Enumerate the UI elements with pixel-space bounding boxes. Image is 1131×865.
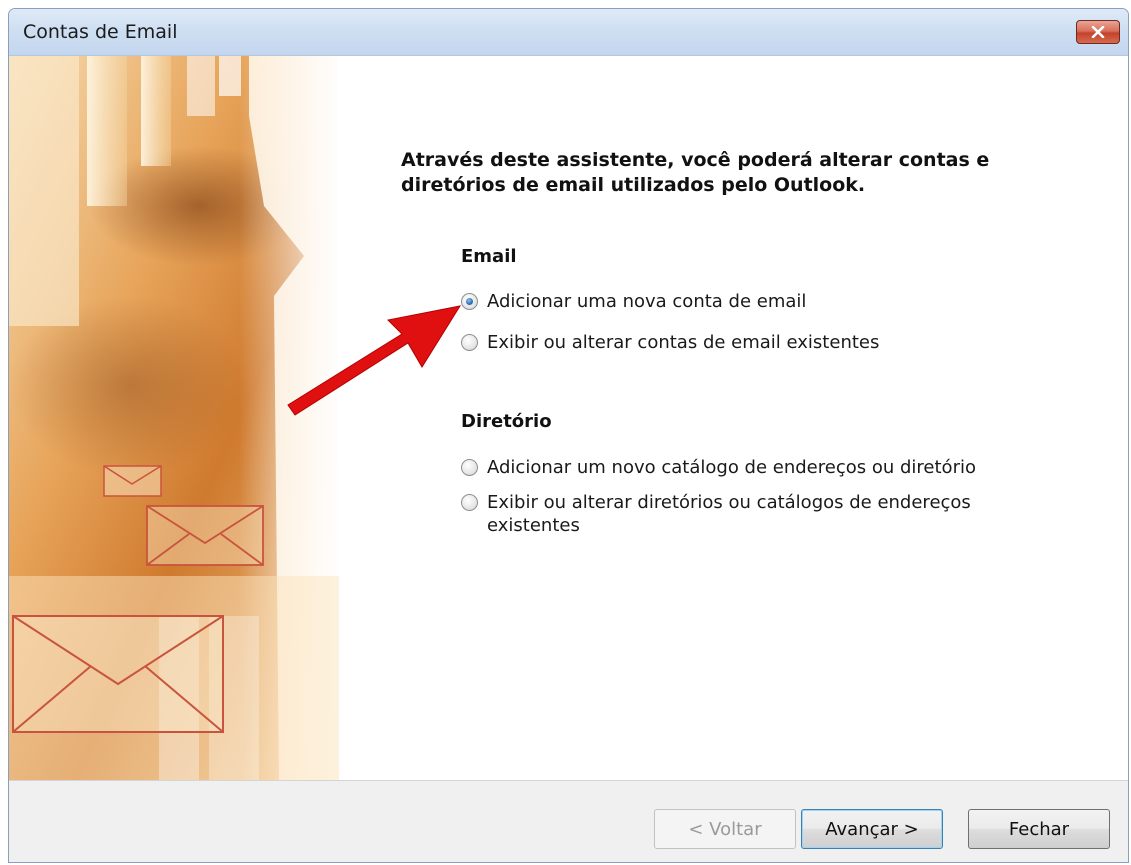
wizard-content: Através deste assistente, você poderá al… xyxy=(339,56,1128,780)
option-view-directories[interactable]: Exibir ou alterar diretórios ou catálogo… xyxy=(461,491,981,537)
title-bar: Contas de Email xyxy=(9,9,1128,56)
radio-view-email-accounts[interactable] xyxy=(461,334,478,351)
close-dialog-button[interactable]: Fechar xyxy=(968,809,1110,849)
option-add-directory[interactable]: Adicionar um novo catálogo de endereços … xyxy=(461,456,1021,479)
close-button[interactable] xyxy=(1076,20,1120,44)
option-label: Exibir ou alterar diretórios ou catálogo… xyxy=(487,492,971,536)
close-icon xyxy=(1091,26,1105,38)
option-label: Exibir ou alterar contas de email existe… xyxy=(487,332,880,353)
radio-view-directories[interactable] xyxy=(461,494,478,511)
window-title: Contas de Email xyxy=(23,21,178,43)
button-bar: < Voltar Avançar > Fechar xyxy=(9,781,1128,862)
email-group-title: Email xyxy=(461,246,517,267)
directory-group-title: Diretório xyxy=(461,411,552,432)
dialog-window: Contas de Email Através deste assistente… xyxy=(8,8,1129,863)
envelope-icon xyxy=(146,505,264,566)
envelope-icon xyxy=(103,465,162,497)
back-button[interactable]: < Voltar xyxy=(654,809,796,849)
option-label: Adicionar um novo catálogo de endereços … xyxy=(487,457,976,478)
envelope-icon xyxy=(12,615,224,733)
radio-add-directory[interactable] xyxy=(461,459,478,476)
option-add-email-account[interactable]: Adicionar uma nova conta de email xyxy=(461,290,1021,313)
intro-text: Através deste assistente, você poderá al… xyxy=(401,149,990,196)
radio-add-email-account[interactable] xyxy=(461,293,478,310)
wizard-banner-image xyxy=(9,56,339,780)
option-label: Adicionar uma nova conta de email xyxy=(487,291,807,312)
option-view-email-accounts[interactable]: Exibir ou alterar contas de email existe… xyxy=(461,331,1021,354)
next-button[interactable]: Avançar > xyxy=(801,809,943,849)
